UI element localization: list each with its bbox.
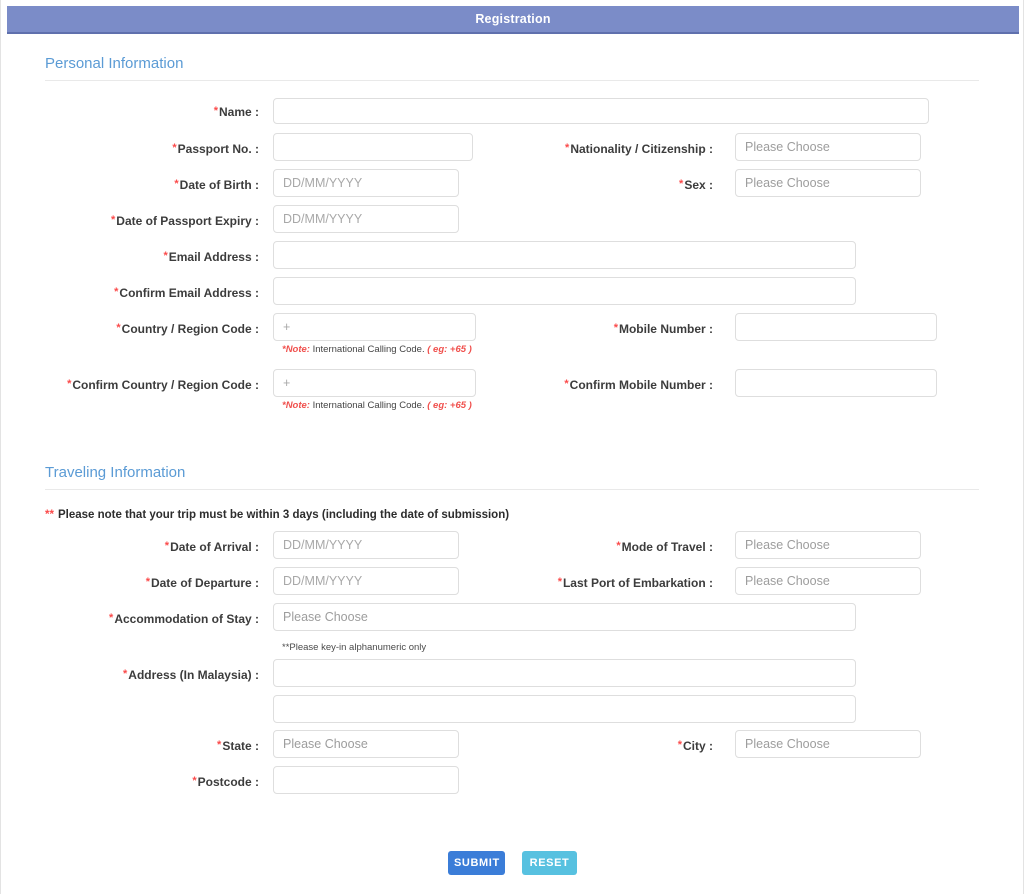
mobile-number-input[interactable]: [735, 313, 937, 341]
label-date-of-arrival: *Date of Arrival :: [164, 540, 259, 554]
confirm-email-address-input[interactable]: [273, 277, 856, 305]
required-asterisk-icon: *: [613, 322, 618, 334]
page-title: Registration: [475, 12, 551, 26]
label-confirm-email-address: *Confirm Email Address :: [114, 286, 259, 300]
trip-duration-note: ** Please note that your trip must be wit…: [45, 509, 509, 521]
note-text: International Calling Code.: [312, 344, 425, 355]
label-city: *City :: [677, 739, 713, 753]
required-asterisk-icon: *: [163, 250, 168, 262]
required-asterisk-icon: *: [116, 322, 121, 334]
note-label: *Note:: [282, 344, 310, 355]
note-alphanumeric: **Please key-in alphanumeric only: [282, 642, 427, 653]
label-date-of-departure: *Date of Departure :: [145, 576, 259, 590]
required-asterisk-icon: *: [564, 378, 569, 390]
name-input[interactable]: [273, 98, 929, 124]
label-confirm-country-region-code: *Confirm Country / Region Code :: [67, 378, 259, 392]
sex-select[interactable]: [735, 169, 921, 197]
nationality-select[interactable]: [735, 133, 921, 161]
address-line-2-input[interactable]: [273, 695, 856, 723]
confirm-country-region-code-input[interactable]: [273, 369, 476, 397]
required-asterisk-icon: *: [213, 105, 218, 117]
submit-button[interactable]: SUBMIT: [448, 851, 505, 875]
note-text: International Calling Code.: [312, 400, 425, 411]
label-passport-no: *Passport No. :: [172, 142, 259, 156]
required-asterisk-icon: *: [557, 576, 562, 588]
confirm-mobile-number-input[interactable]: [735, 369, 937, 397]
required-asterisk-icon: *: [192, 775, 197, 787]
label-nationality: *Nationality / Citizenship :: [565, 142, 713, 156]
section-title-personal: Personal Information: [45, 55, 184, 72]
section-title-traveling: Traveling Information: [45, 464, 186, 481]
required-asterisk-icon: *: [123, 668, 128, 680]
section-divider-personal: [45, 80, 979, 81]
last-port-of-embarkation-select[interactable]: [735, 567, 921, 595]
note-example: ( eg: +65 ): [427, 400, 472, 411]
label-country-region-code: *Country / Region Code :: [116, 322, 259, 336]
label-accommodation-of-stay: *Accommodation of Stay :: [109, 612, 259, 626]
date-of-birth-input[interactable]: [273, 169, 459, 197]
note-calling-code-2: *Note: International Calling Code. ( eg:…: [282, 400, 472, 411]
label-postcode: *Postcode :: [192, 775, 259, 789]
required-asterisk-icon: *: [677, 739, 682, 751]
passport-no-input[interactable]: [273, 133, 473, 161]
label-date-of-passport-expiry: *Date of Passport Expiry :: [111, 214, 259, 228]
note-calling-code-1: *Note: International Calling Code. ( eg:…: [282, 344, 472, 355]
required-asterisk-icon: *: [172, 142, 177, 154]
date-of-arrival-input[interactable]: [273, 531, 459, 559]
address-line-1-input[interactable]: [273, 659, 856, 687]
accommodation-of-stay-select[interactable]: [273, 603, 856, 631]
required-asterisk-icon: *: [145, 576, 150, 588]
required-asterisk-icon: *: [565, 142, 570, 154]
label-address-in-malaysia: *Address (In Malaysia) :: [123, 668, 259, 682]
reset-button[interactable]: RESET: [522, 851, 577, 875]
label-confirm-mobile-number: *Confirm Mobile Number :: [564, 378, 713, 392]
label-email-address: *Email Address :: [163, 250, 259, 264]
city-select[interactable]: [735, 730, 921, 758]
state-select[interactable]: [273, 730, 459, 758]
note-example: ( eg: +65 ): [427, 344, 472, 355]
required-asterisk-icon: *: [111, 214, 116, 226]
label-last-port-of-embarkation: *Last Port of Embarkation :: [557, 576, 713, 590]
email-address-input[interactable]: [273, 241, 856, 269]
label-sex: *Sex :: [679, 178, 713, 192]
required-asterisk-icon: *: [616, 540, 621, 552]
trip-duration-note-text: Please note that your trip must be withi…: [57, 509, 510, 521]
section-traveling-information: Traveling Information: [45, 464, 979, 490]
date-of-departure-input[interactable]: [273, 567, 459, 595]
required-asterisk-icon: *: [164, 540, 170, 552]
country-region-code-input[interactable]: [273, 313, 476, 341]
required-asterisk-icon: *: [679, 178, 684, 190]
required-asterisk-icon: *: [217, 739, 222, 751]
required-asterisk-icon: *: [114, 286, 119, 298]
required-asterisk-icon: *: [67, 378, 72, 390]
required-asterisk-icon: *: [174, 178, 179, 190]
registration-page: Registration Personal Information *Name …: [0, 0, 1024, 894]
note-asterisks-icon: **: [45, 509, 54, 521]
label-mode-of-travel: *Mode of Travel :: [616, 540, 713, 554]
page-header-bar: Registration: [7, 6, 1019, 34]
note-label: *Note:: [282, 400, 310, 411]
label-mobile-number: *Mobile Number :: [613, 322, 713, 336]
section-divider-traveling: [45, 489, 979, 490]
section-personal-information: Personal Information: [45, 55, 979, 81]
label-name: *Name :: [213, 105, 259, 119]
date-of-passport-expiry-input[interactable]: [273, 205, 459, 233]
label-date-of-birth: *Date of Birth :: [174, 178, 259, 192]
required-asterisk-icon: *: [109, 612, 114, 624]
postcode-input[interactable]: [273, 766, 459, 794]
label-state: *State :: [217, 739, 259, 753]
mode-of-travel-select[interactable]: [735, 531, 921, 559]
